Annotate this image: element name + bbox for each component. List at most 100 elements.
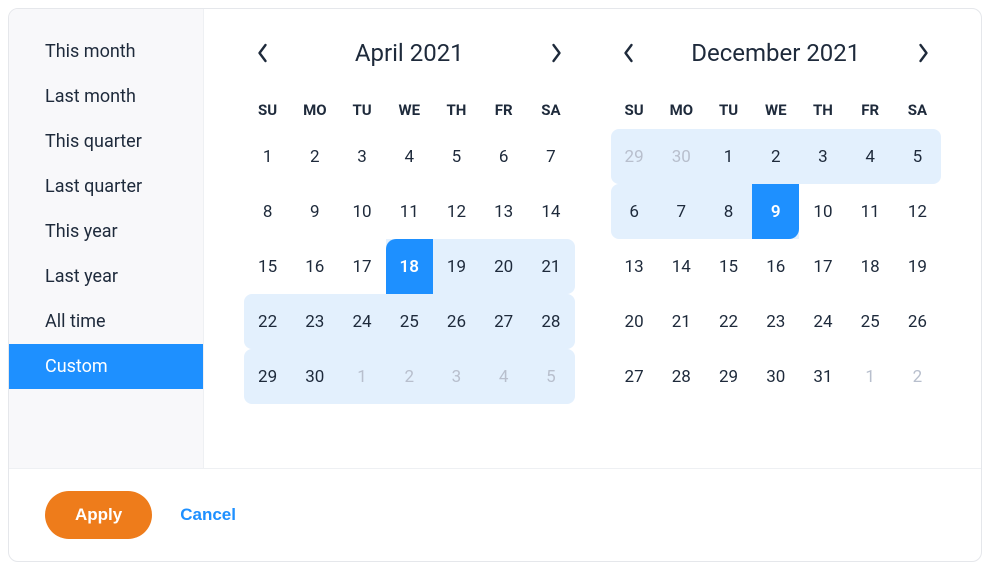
calendar-day[interactable]: 31: [799, 349, 846, 404]
calendar-day[interactable]: 25: [847, 294, 894, 349]
calendar-day[interactable]: 30: [291, 349, 338, 404]
apply-button[interactable]: Apply: [45, 491, 152, 539]
calendar-day[interactable]: 27: [611, 349, 658, 404]
calendar-day[interactable]: 1: [705, 129, 752, 184]
calendar-day[interactable]: 1: [338, 349, 385, 404]
calendar-day[interactable]: 7: [658, 184, 705, 239]
calendar-day[interactable]: 5: [433, 129, 480, 184]
calendar-day[interactable]: 9: [752, 184, 799, 239]
calendar-day[interactable]: 18: [386, 239, 433, 294]
next-month-button[interactable]: [545, 41, 569, 65]
preset-item[interactable]: Custom: [9, 344, 203, 389]
calendar-day[interactable]: 14: [527, 184, 574, 239]
calendar-day[interactable]: 5: [527, 349, 574, 404]
calendar-day[interactable]: 8: [244, 184, 291, 239]
calendar-day[interactable]: 30: [658, 129, 705, 184]
calendar-day[interactable]: 12: [433, 184, 480, 239]
calendar-day[interactable]: 17: [799, 239, 846, 294]
calendar-day[interactable]: 4: [480, 349, 527, 404]
calendar-day[interactable]: 11: [847, 184, 894, 239]
range-start-day: 18: [386, 239, 433, 294]
calendar-day[interactable]: 27: [480, 294, 527, 349]
calendar-day[interactable]: 3: [799, 129, 846, 184]
calendar-day[interactable]: 6: [611, 184, 658, 239]
calendar-day[interactable]: 21: [658, 294, 705, 349]
cancel-button[interactable]: Cancel: [180, 505, 236, 525]
calendar-day[interactable]: 22: [244, 294, 291, 349]
calendar-day[interactable]: 13: [611, 239, 658, 294]
calendar-day[interactable]: 28: [527, 294, 574, 349]
calendar-day[interactable]: 28: [658, 349, 705, 404]
calendar-day[interactable]: 26: [894, 294, 941, 349]
calendar-day[interactable]: 25: [386, 294, 433, 349]
calendar-day[interactable]: 19: [894, 239, 941, 294]
preset-item[interactable]: This year: [9, 209, 203, 254]
calendar-day[interactable]: 29: [611, 129, 658, 184]
next-month-button[interactable]: [911, 41, 935, 65]
calendar-day[interactable]: 1: [847, 349, 894, 404]
preset-item[interactable]: This month: [9, 29, 203, 74]
calendar-day[interactable]: 3: [433, 349, 480, 404]
datepicker-footer: Apply Cancel: [9, 468, 981, 561]
calendar-day[interactable]: 2: [752, 129, 799, 184]
calendar-day[interactable]: 16: [752, 239, 799, 294]
chevron-right-icon: [917, 43, 930, 63]
preset-item[interactable]: Last year: [9, 254, 203, 299]
calendar-day[interactable]: 23: [291, 294, 338, 349]
calendar-day[interactable]: 15: [244, 239, 291, 294]
day-of-week-label: FR: [847, 91, 894, 129]
calendar-day[interactable]: 24: [338, 294, 385, 349]
calendar-day[interactable]: 2: [386, 349, 433, 404]
calendar-day[interactable]: 2: [894, 349, 941, 404]
day-of-week-label: SA: [527, 91, 574, 129]
calendar-day[interactable]: 10: [799, 184, 846, 239]
calendar-day[interactable]: 23: [752, 294, 799, 349]
calendar-day[interactable]: 19: [433, 239, 480, 294]
calendar-day[interactable]: 18: [847, 239, 894, 294]
calendar-day[interactable]: 10: [338, 184, 385, 239]
calendar-day[interactable]: 2: [291, 129, 338, 184]
calendar-day[interactable]: 7: [527, 129, 574, 184]
calendars-container: April 2021 SUMOTUWETHFRSA123456789101112…: [204, 9, 981, 468]
calendar-day[interactable]: 3: [338, 129, 385, 184]
chevron-left-icon: [622, 43, 635, 63]
preset-item[interactable]: This quarter: [9, 119, 203, 164]
calendar-day[interactable]: 24: [799, 294, 846, 349]
calendar-day[interactable]: 12: [894, 184, 941, 239]
date-range-picker: This monthLast monthThis quarterLast qua…: [8, 8, 982, 562]
calendar-day[interactable]: 30: [752, 349, 799, 404]
calendar-day[interactable]: 20: [480, 239, 527, 294]
prev-month-button[interactable]: [617, 41, 641, 65]
chevron-left-icon: [256, 43, 269, 63]
calendar-day[interactable]: 14: [658, 239, 705, 294]
calendar-day[interactable]: 5: [894, 129, 941, 184]
calendar-day[interactable]: 22: [705, 294, 752, 349]
day-of-week-label: TU: [705, 91, 752, 129]
calendar-day[interactable]: 29: [705, 349, 752, 404]
calendar-day[interactable]: 6: [480, 129, 527, 184]
calendar-day[interactable]: 8: [705, 184, 752, 239]
day-of-week-label: TU: [338, 91, 385, 129]
calendar-day[interactable]: 17: [338, 239, 385, 294]
calendar-day[interactable]: 11: [386, 184, 433, 239]
calendar-day[interactable]: 13: [480, 184, 527, 239]
calendar-day[interactable]: 26: [433, 294, 480, 349]
calendar-day[interactable]: 29: [244, 349, 291, 404]
calendar-left-header: April 2021: [244, 39, 575, 67]
calendar-day[interactable]: 4: [386, 129, 433, 184]
calendar-day[interactable]: 15: [705, 239, 752, 294]
day-of-week-label: SA: [894, 91, 941, 129]
calendar-day[interactable]: 1: [244, 129, 291, 184]
calendar-day[interactable]: 21: [527, 239, 574, 294]
preset-item[interactable]: Last quarter: [9, 164, 203, 209]
day-of-week-label: MO: [291, 91, 338, 129]
calendar-day[interactable]: 20: [611, 294, 658, 349]
calendar-left-title: April 2021: [355, 39, 464, 67]
prev-month-button[interactable]: [250, 41, 274, 65]
preset-item[interactable]: Last month: [9, 74, 203, 119]
calendar-day[interactable]: 9: [291, 184, 338, 239]
calendar-day[interactable]: 4: [847, 129, 894, 184]
range-end-day: 9: [752, 184, 799, 239]
preset-item[interactable]: All time: [9, 299, 203, 344]
calendar-day[interactable]: 16: [291, 239, 338, 294]
